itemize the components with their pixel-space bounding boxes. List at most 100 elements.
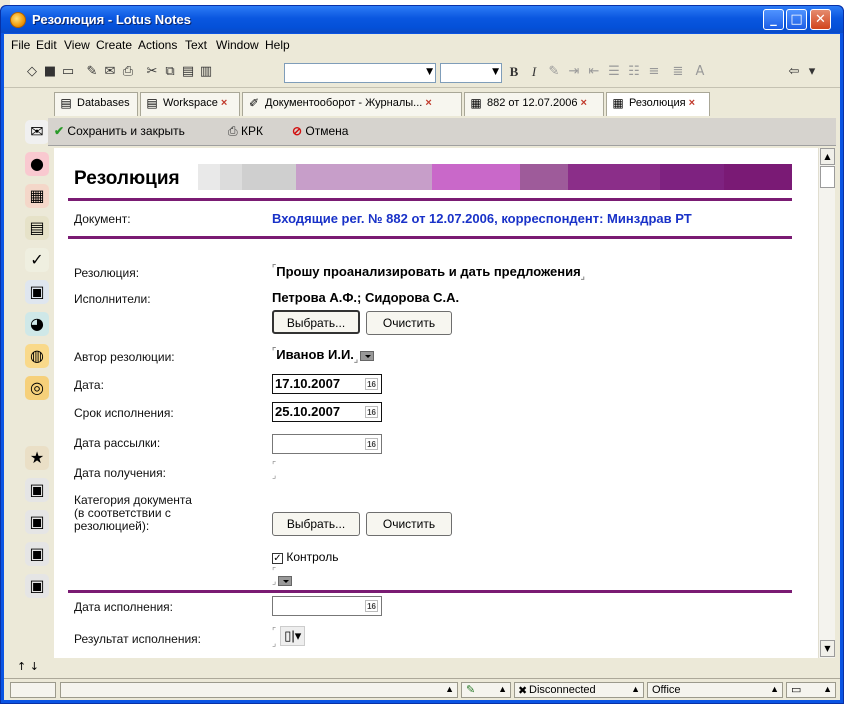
scroll-up-icon[interactable]: ▲ [820, 148, 835, 165]
maximize-button[interactable]: □ [786, 9, 807, 30]
tab-resolution[interactable]: ▦ Резолюция × [606, 92, 710, 116]
date-field[interactable]: 17.10.2007 16 [272, 374, 382, 394]
action-bar: ✔ Сохранить и закрыть ⎙ КРК ⊘ Отмена [48, 118, 836, 146]
keyword-dropdown-icon[interactable] [360, 350, 375, 361]
replicator-icon[interactable]: ▣ [25, 280, 49, 304]
calendar-picker-icon[interactable]: 16 [365, 378, 378, 390]
menu-actions[interactable]: Actions [138, 38, 177, 52]
paste-special-icon[interactable]: ▥ [198, 64, 214, 80]
home-icon[interactable]: ◇ [24, 64, 40, 80]
copy-icon[interactable]: ⧉ [162, 64, 178, 80]
favorites-icon[interactable]: ◎ [25, 376, 49, 400]
print-icon[interactable]: ⎙ [120, 64, 136, 80]
connection-status[interactable]: ✖ Disconnected ▲ [514, 682, 644, 698]
bookmark-folder-icon[interactable]: ▣ [25, 574, 49, 598]
tab-document-882[interactable]: ▦ 882 от 12.07.2006 × [464, 92, 604, 116]
back-dropdown-icon[interactable]: ▾ [804, 64, 820, 80]
executors-value: Петрова А.Ф.; Сидорова С.А. [272, 290, 460, 305]
deadline-field[interactable]: 25.10.2007 16 [272, 402, 382, 422]
menu-create[interactable]: Create [96, 38, 132, 52]
bookmark-star-icon[interactable]: ★ [25, 446, 49, 470]
bookmark-folder-icon[interactable]: ▣ [25, 510, 49, 534]
choose-category-button[interactable]: Выбрать... [272, 512, 360, 536]
menu-view[interactable]: View [64, 38, 90, 52]
received-value[interactable]: ⌜ ⌟ [272, 460, 276, 480]
keyword-dropdown-icon[interactable] [278, 575, 293, 586]
menu-edit[interactable]: Edit [36, 38, 57, 52]
field-close-bracket-icon: ⌟ [272, 470, 277, 480]
clear-category-button[interactable]: Очистить [366, 512, 452, 536]
contacts-icon[interactable]: ● [25, 152, 49, 176]
cancel-action[interactable]: ⊘ Отмена [292, 124, 348, 138]
minimize-button[interactable]: _ [763, 9, 784, 30]
cut-icon[interactable]: ✂ [144, 64, 160, 80]
highlight-icon[interactable]: ✎ [546, 64, 562, 80]
inbox-status[interactable]: ▭ ▲ [786, 682, 836, 698]
menu-window[interactable]: Window [216, 38, 259, 52]
tab-close-icon[interactable]: × [689, 97, 695, 109]
calendar-picker-icon[interactable]: 16 [365, 406, 378, 418]
tab-close-icon[interactable]: × [580, 97, 586, 109]
bold-button[interactable]: B [506, 64, 522, 80]
sametime-icon[interactable]: ◕ [25, 312, 49, 336]
todo-icon[interactable]: ✓ [25, 248, 49, 272]
edit-icon[interactable]: ✎ [84, 64, 100, 80]
indent-icon[interactable]: ⇥ [566, 64, 582, 80]
back-icon[interactable]: ⇦ [786, 64, 802, 80]
outdent-icon[interactable]: ⇤ [586, 64, 602, 80]
vertical-scrollbar[interactable]: ▲ ▼ [818, 148, 835, 658]
menu-help[interactable]: Help [265, 38, 290, 52]
align-icon[interactable]: ≡ [646, 64, 662, 80]
menu-bar: File Edit View Create Actions Text Windo… [4, 34, 840, 56]
close-button[interactable]: ✕ [810, 9, 831, 30]
calendar-picker-icon[interactable]: 16 [365, 438, 378, 450]
mail-icon[interactable]: ✉ [25, 120, 49, 144]
tab-journals[interactable]: ✐ Документооборот - Журналы... × [242, 92, 462, 116]
numbering-icon[interactable]: ☷ [626, 64, 642, 80]
web-icon[interactable]: ◍ [25, 344, 49, 368]
font-size-combo[interactable]: ▼ [440, 63, 502, 83]
tab-close-icon[interactable]: × [425, 97, 431, 109]
author-value[interactable]: ⌜Иванов И.И.⌟ [272, 346, 375, 364]
bookmark-scroll-arrows[interactable]: ↑ ↓ [10, 660, 46, 678]
bookmark-folder-icon[interactable]: ▣ [25, 478, 49, 502]
document-link[interactable]: Входящие рег. № 882 от 12.07.2006, корре… [272, 211, 692, 226]
save-icon[interactable]: ■ [42, 64, 58, 80]
paste-icon[interactable]: ▤ [180, 64, 196, 80]
clear-executors-button[interactable]: Очистить [366, 311, 452, 335]
signature-status[interactable]: ✎ ▲ [461, 682, 511, 698]
choose-executors-button[interactable]: Выбрать... [272, 310, 360, 334]
location-status[interactable]: Office ▲ [647, 682, 783, 698]
address-book-icon[interactable]: ▤ [25, 216, 49, 240]
mailing-date-field[interactable]: 16 [272, 434, 382, 454]
exec-result-field[interactable]: ⌜ ⌟ ▯|▾ [272, 626, 306, 648]
menu-text[interactable]: Text [185, 38, 207, 52]
resolution-value[interactable]: ⌜Прошу проанализировать и дать предложен… [272, 263, 585, 281]
exec-date-field[interactable]: 16 [272, 596, 382, 616]
tab-close-icon[interactable]: × [221, 97, 227, 109]
calendar-picker-icon[interactable]: 16 [365, 600, 378, 612]
style-combo[interactable]: ▼ [284, 63, 436, 83]
control-checkbox[interactable]: ✓ Контроль [272, 550, 338, 564]
mail-icon[interactable]: ✉ [102, 64, 118, 80]
tab-label: Документооборот - Журналы... [265, 97, 423, 109]
save-close-action[interactable]: ✔ Сохранить и закрыть [54, 124, 185, 138]
control-keyword-field[interactable]: ⌜ ⌟ [272, 566, 293, 586]
tab-workspace[interactable]: ▤ Workspace × [140, 92, 240, 116]
tab-label: Workspace [163, 97, 218, 109]
status-message-area[interactable]: ▲ [60, 682, 458, 698]
tab-databases[interactable]: ▤ Databases [54, 92, 138, 116]
menu-file[interactable]: File [11, 38, 30, 52]
spacing-icon[interactable]: ≣ [670, 64, 686, 80]
open-icon[interactable]: ▭ [60, 64, 76, 80]
calendar-icon[interactable]: ▦ [25, 184, 49, 208]
italic-button[interactable]: I [526, 64, 542, 80]
attachment-icon[interactable]: ▯|▾ [280, 626, 306, 646]
action-label: Сохранить и закрыть [67, 124, 185, 138]
scroll-thumb[interactable] [820, 166, 835, 188]
bookmark-folder-icon[interactable]: ▣ [25, 542, 49, 566]
scroll-down-icon[interactable]: ▼ [820, 640, 835, 657]
print-action[interactable]: ⎙ КРК [228, 124, 263, 139]
bullets-icon[interactable]: ☰ [606, 64, 622, 80]
font-color-icon[interactable]: A [692, 64, 708, 80]
